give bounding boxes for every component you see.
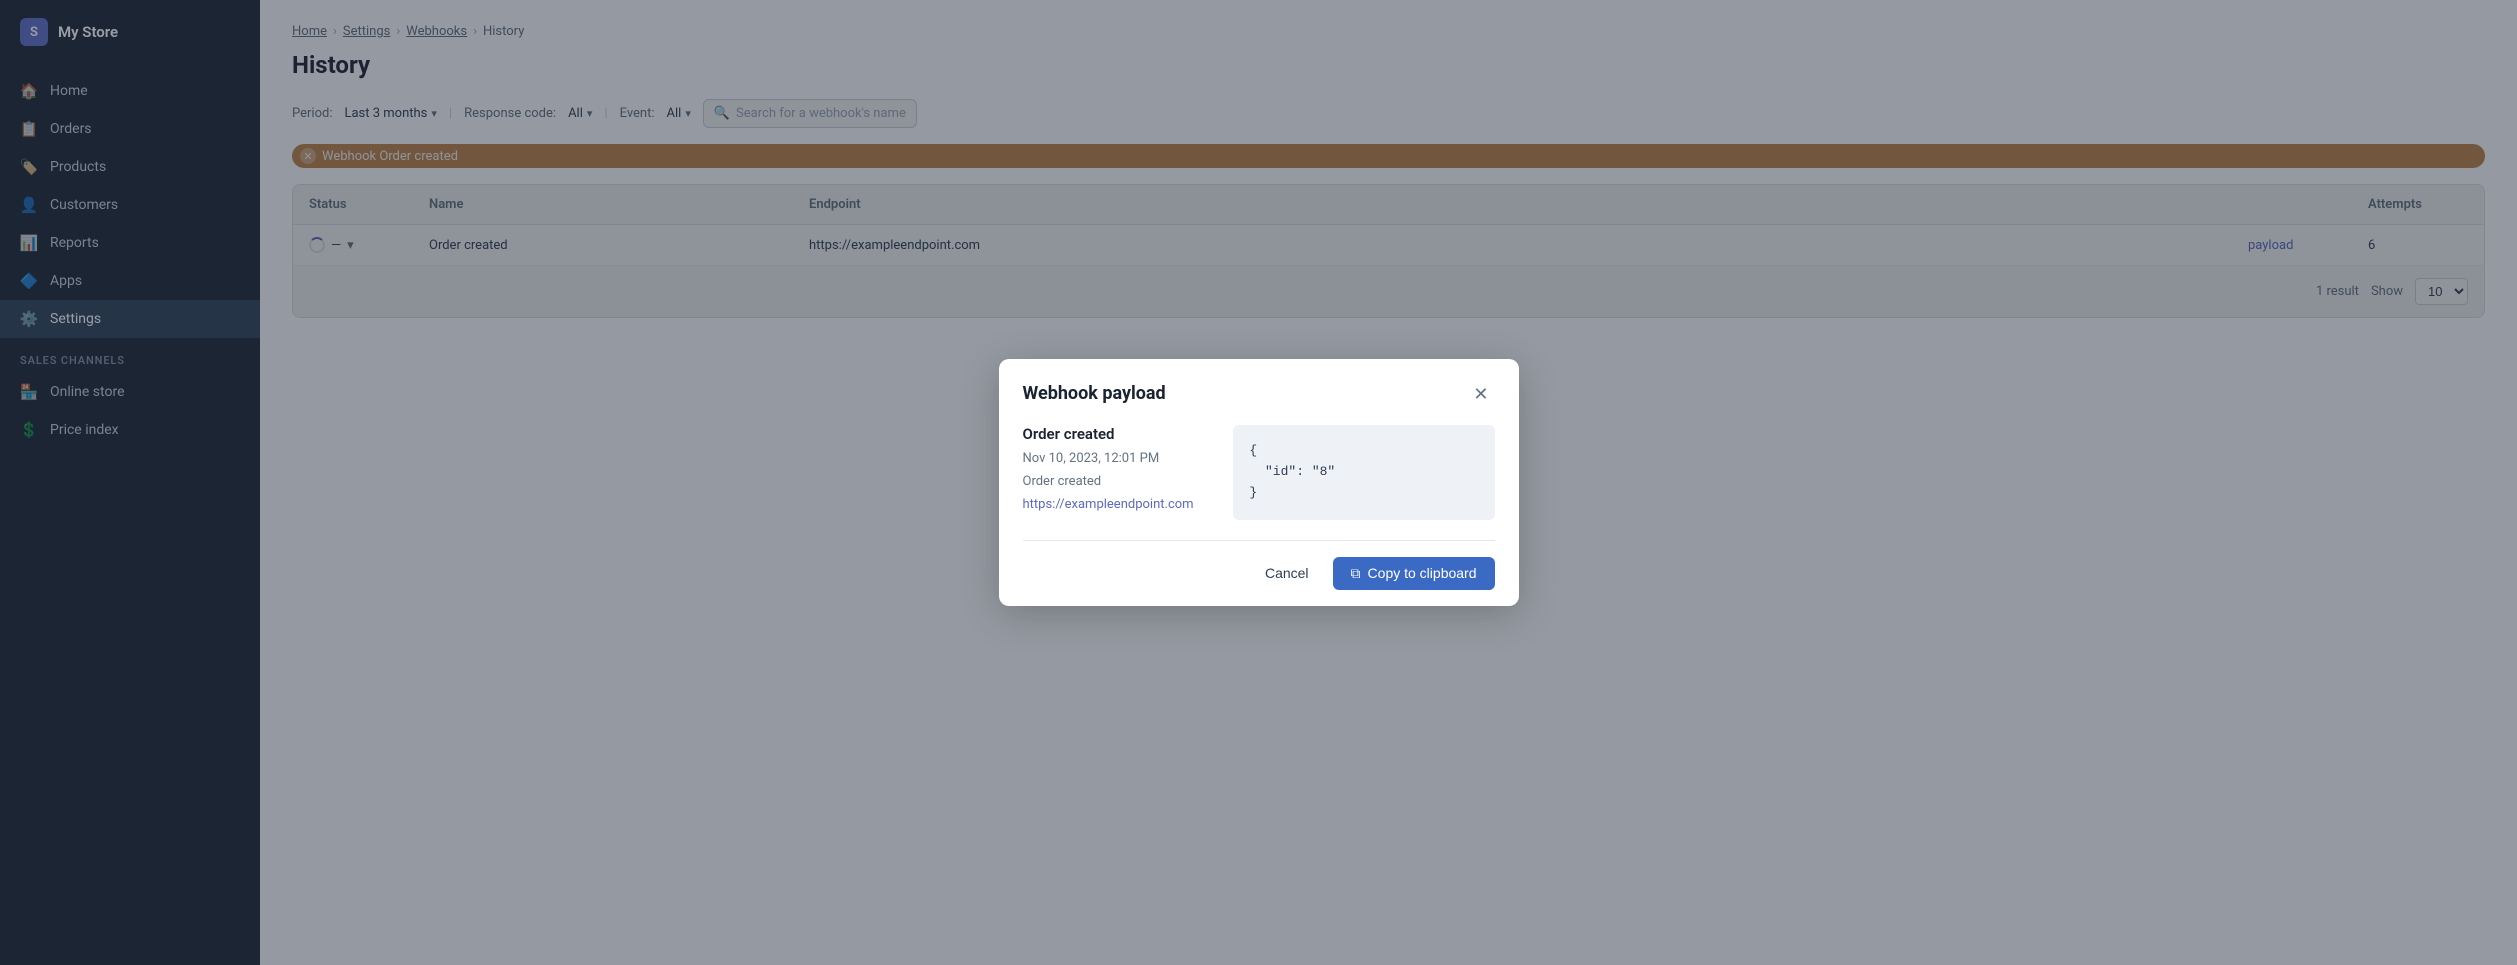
modal-info-url: https://exampleendpoint.com xyxy=(1023,497,1214,512)
main-content: Home › Settings › Webhooks › History His… xyxy=(260,0,2517,965)
cancel-button[interactable]: Cancel xyxy=(1251,557,1323,589)
modal-close-button[interactable]: ✕ xyxy=(1467,383,1494,405)
modal-info: Order created Nov 10, 2023, 12:01 PM Ord… xyxy=(1023,425,1214,519)
modal-overlay[interactable]: Webhook payload ✕ Order created Nov 10, … xyxy=(260,0,2517,965)
copy-icon: ⧉ xyxy=(1351,565,1361,582)
modal-info-date: Nov 10, 2023, 12:01 PM xyxy=(1023,451,1214,466)
modal-title: Webhook payload xyxy=(1023,383,1166,404)
modal-info-name: Order created xyxy=(1023,425,1214,443)
modal: Webhook payload ✕ Order created Nov 10, … xyxy=(999,359,1519,605)
modal-info-event: Order created xyxy=(1023,474,1214,489)
copy-label: Copy to clipboard xyxy=(1368,565,1477,581)
modal-header: Webhook payload ✕ xyxy=(999,359,1519,405)
modal-code-block: { "id": "8" } xyxy=(1233,425,1494,519)
copy-to-clipboard-button[interactable]: ⧉ Copy to clipboard xyxy=(1333,557,1495,590)
modal-body: Order created Nov 10, 2023, 12:01 PM Ord… xyxy=(999,405,1519,539)
modal-footer: Cancel ⧉ Copy to clipboard xyxy=(999,541,1519,606)
